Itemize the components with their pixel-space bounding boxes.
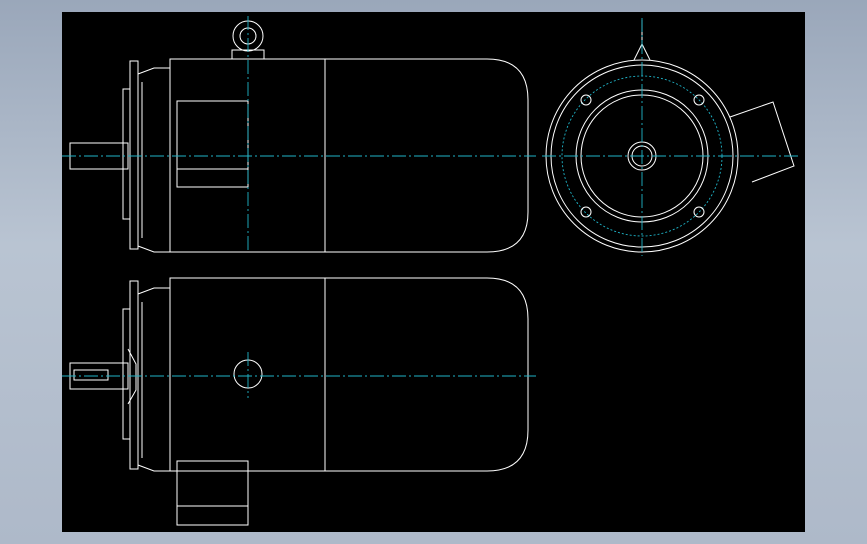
front-end-bell: [137, 67, 171, 253]
viewer-window: [0, 0, 867, 544]
bolt-hole-bottom-left: [580, 206, 592, 218]
top-flange-detail: [127, 348, 137, 405]
front-terminal-box: [176, 100, 249, 188]
motor-drawing: [62, 16, 798, 526]
front-flange-lip: [122, 88, 131, 220]
bolt-hole-bottom-right: [693, 206, 705, 218]
end-junction-box: [729, 101, 795, 183]
top-view: [62, 277, 536, 526]
top-motor-body: [169, 277, 529, 472]
bolt-hole-top-right: [693, 94, 705, 106]
cad-drawing-canvas[interactable]: [62, 12, 805, 532]
top-flange-plate: [129, 280, 139, 470]
front-flange-plate: [129, 60, 139, 250]
end-view: [542, 18, 798, 256]
top-flange-lip: [122, 308, 131, 440]
front-motor-body: [169, 58, 529, 253]
top-end-bell: [137, 287, 171, 472]
bolt-hole-top-left: [580, 94, 592, 106]
top-shaft-key: [73, 369, 109, 381]
front-view: [62, 16, 536, 253]
